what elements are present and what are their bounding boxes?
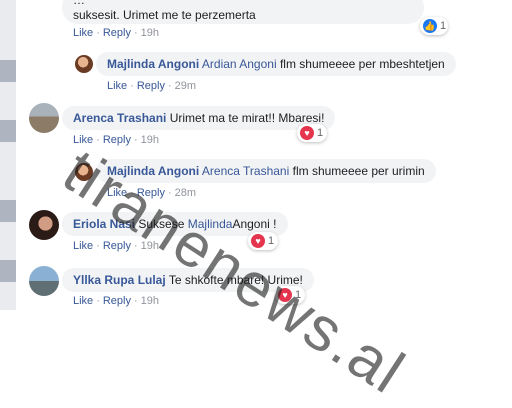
comment-actions: Like · Reply · 19h: [73, 240, 159, 252]
comment-text: Suksese: [138, 217, 185, 231]
avatar[interactable]: [75, 163, 93, 181]
left-edge-block: [0, 60, 16, 82]
like-link[interactable]: Like: [73, 27, 93, 39]
reaction-badge[interactable]: ♥ 1: [275, 286, 305, 304]
comment-bubble: Arenca Trashani Urimet ma te mirat!! Mba…: [62, 106, 336, 130]
comment-time[interactable]: 19h: [141, 27, 159, 39]
reply-link[interactable]: Reply: [137, 187, 165, 199]
like-link[interactable]: Like: [107, 80, 127, 92]
like-icon: 👍: [423, 19, 437, 33]
reaction-count: 1: [268, 235, 275, 247]
avatar[interactable]: [29, 266, 59, 296]
separator: ·: [130, 187, 134, 199]
comment-actions: Like · Reply · 28m: [107, 187, 196, 199]
reply-link[interactable]: Reply: [103, 295, 131, 307]
separator: ·: [167, 80, 172, 92]
comment-text-line: suksesit. Urimet me te perzemerta: [73, 8, 256, 22]
reaction-badge[interactable]: 👍 1: [420, 17, 448, 35]
reaction-count: 1: [295, 289, 302, 301]
love-icon: ♥: [251, 234, 265, 248]
comment-bubble: Majlinda Angoni Arenca Trashani flm shum…: [96, 159, 436, 183]
reaction-count: 1: [440, 20, 447, 32]
separator: ·: [130, 80, 134, 92]
tagged-user[interactable]: Arenca Trashani: [202, 164, 289, 178]
comment-time[interactable]: 19h: [141, 240, 159, 252]
separator: ·: [96, 240, 100, 252]
comment-text: flm shumeeee per urimin: [292, 164, 425, 178]
reply-link[interactable]: Reply: [103, 240, 131, 252]
separator: ·: [96, 27, 100, 39]
separator: ·: [133, 27, 138, 39]
separator: ·: [167, 187, 172, 199]
left-edge-panel: [0, 0, 16, 310]
avatar[interactable]: [29, 103, 59, 133]
like-link[interactable]: Like: [107, 187, 127, 199]
comment-time[interactable]: 19h: [141, 134, 159, 146]
reply-link[interactable]: Reply: [103, 27, 131, 39]
tagged-user[interactable]: Majlinda: [188, 217, 233, 231]
reply-link[interactable]: Reply: [137, 80, 165, 92]
comment-bubble: Majlinda Angoni Ardian Angoni flm shumee…: [96, 52, 456, 76]
love-icon: ♥: [278, 288, 292, 302]
like-link[interactable]: Like: [73, 134, 93, 146]
comment-time[interactable]: 29m: [175, 80, 196, 92]
left-edge-block: [0, 120, 16, 142]
love-icon: ♥: [300, 126, 314, 140]
separator: ·: [133, 134, 138, 146]
comment-time[interactable]: 19h: [141, 295, 159, 307]
comment-author[interactable]: Yllka Rupa Lulaj: [73, 273, 166, 287]
reaction-count: 1: [317, 127, 324, 139]
comment-text: Te shkofte mbare! Urime!: [168, 273, 303, 287]
reaction-badge[interactable]: ♥ 1: [248, 232, 278, 250]
comment-author[interactable]: Arenca Trashani: [73, 111, 166, 125]
separator: ·: [96, 134, 100, 146]
like-link[interactable]: Like: [73, 240, 93, 252]
comment-text: Angoni !: [232, 217, 277, 231]
comment-text: flm shumeeee per mbeshtetjen: [279, 57, 445, 71]
avatar[interactable]: [29, 210, 59, 240]
comment-text-line: …: [73, 0, 85, 7]
separator: ·: [133, 240, 138, 252]
comment-time[interactable]: 28m: [175, 187, 196, 199]
comment-author[interactable]: Majlinda Angoni: [107, 57, 199, 71]
comment-author[interactable]: Majlinda Angoni: [107, 164, 199, 178]
left-edge-block: [0, 260, 16, 282]
reply-link[interactable]: Reply: [103, 134, 131, 146]
like-link[interactable]: Like: [73, 295, 93, 307]
left-edge-block: [0, 200, 16, 222]
reaction-badge[interactable]: ♥ 1: [297, 124, 327, 142]
avatar[interactable]: [75, 55, 93, 73]
comment-actions: Like · Reply · 19h: [73, 27, 159, 39]
separator: ·: [133, 295, 138, 307]
comment-actions: Like · Reply · 19h: [73, 134, 159, 146]
comment-actions: Like · Reply · 19h: [73, 295, 159, 307]
comment-bubble: … suksesit. Urimet me te perzemerta: [62, 0, 424, 24]
separator: ·: [96, 295, 100, 307]
tagged-user[interactable]: Ardian Angoni: [202, 57, 277, 71]
comment-author[interactable]: Eriola Nasi: [73, 217, 135, 231]
comment-actions: Like · Reply · 29m: [107, 80, 196, 92]
comment-text: Urimet ma te mirat!! Mbaresi!: [169, 111, 325, 125]
